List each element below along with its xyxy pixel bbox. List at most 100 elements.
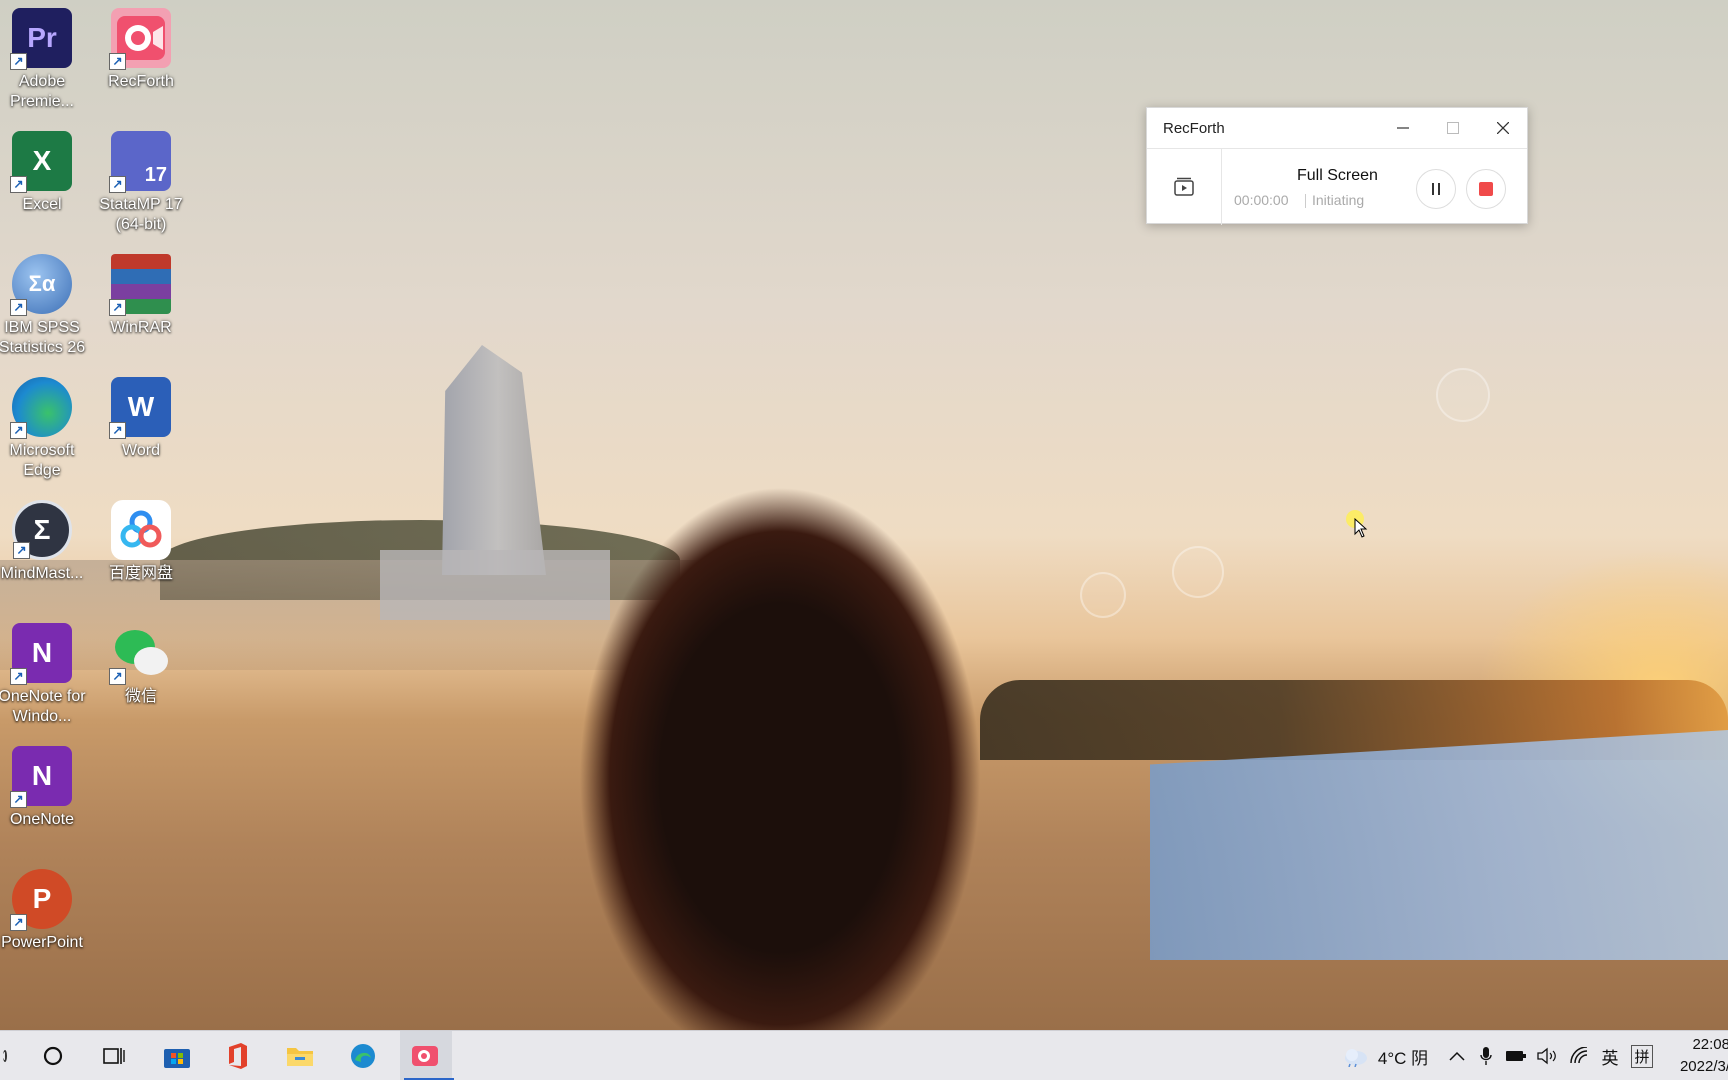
clock-date: 2022/3/ <box>1679 1058 1728 1075</box>
recordings-folder-icon <box>1174 177 1194 196</box>
desktop-icon-wechat[interactable]: ↗ 微信 <box>93 623 189 707</box>
weather-widget[interactable]: 4°C 阴 <box>1330 1031 1440 1080</box>
stata-icon: 17 ↗ <box>109 131 171 193</box>
minimize-icon <box>1397 127 1409 129</box>
battery-tray-button[interactable] <box>1502 1031 1530 1080</box>
desktop-icon-adobe-premiere[interactable]: Pr ↗ Adobe Premie... <box>0 8 90 112</box>
desktop-icon-mindmaster[interactable]: Σ ↗ MindMast... <box>0 500 90 584</box>
shortcut-arrow-icon: ↗ <box>109 176 126 193</box>
clock-time: 22:08 <box>1692 1036 1728 1053</box>
desktop-icon-label: StataMP 17 (64-bit) <box>99 196 183 233</box>
winrar-icon: ↗ <box>109 254 171 316</box>
desktop-icon-label: Adobe Premie... <box>9 73 74 110</box>
taskbar-file-explorer[interactable] <box>275 1031 325 1080</box>
mindmaster-icon: Σ ↗ <box>12 500 72 560</box>
desktop-icon-winrar[interactable]: ↗ WinRAR <box>93 254 189 338</box>
desktop-icon-word[interactable]: W ↗ Word <box>93 377 189 461</box>
recordings-list-button[interactable] <box>1147 149 1222 225</box>
close-icon <box>1497 122 1509 134</box>
onenote-icon: N ↗ <box>10 746 72 808</box>
taskbar-edge[interactable] <box>338 1031 388 1080</box>
task-view-icon <box>103 1048 125 1064</box>
cloudy-weather-icon <box>1344 1049 1367 1067</box>
wallpaper-person <box>560 478 1000 1038</box>
cortana-button[interactable] <box>28 1031 78 1080</box>
wifi-icon <box>1570 1047 1588 1064</box>
recording-status-text: Initiating <box>1312 192 1365 208</box>
desktop-icon-label: OneNote <box>9 811 75 828</box>
baidu-netdisk-icon <box>111 500 171 560</box>
desktop-icon-label: PowerPoint <box>1 934 83 951</box>
task-view-button[interactable] <box>89 1031 139 1080</box>
shortcut-arrow-icon: ↗ <box>109 53 126 70</box>
desktop-icon-label: Word <box>122 442 160 459</box>
spss-icon: Σα ↗ <box>10 254 72 316</box>
shortcut-arrow-icon: ↗ <box>109 422 126 439</box>
cortana-circle-icon <box>43 1046 63 1066</box>
shortcut-arrow-icon: ↗ <box>10 791 27 808</box>
pause-icon <box>1432 183 1440 195</box>
desktop-icon-label: 微信 <box>124 688 157 705</box>
desktop-icon-onenote-for-windows[interactable]: N ↗ OneNote for Windo... <box>0 623 90 727</box>
mouse-cursor-icon <box>1354 518 1368 538</box>
capture-mode-label: Full Screen <box>1297 167 1378 184</box>
desktop-icon-stata[interactable]: 17 ↗ StataMP 17 (64-bit) <box>93 131 189 235</box>
taskbar-recforth[interactable] <box>400 1031 454 1080</box>
onenote-icon: N ↗ <box>10 623 72 685</box>
wallpaper-bubble <box>1080 572 1126 618</box>
wallpaper-bubble <box>1436 368 1490 422</box>
weather-text: 4°C 阴 <box>1377 1048 1429 1068</box>
excel-icon: X ↗ <box>10 131 72 193</box>
desktop-icon-baidu-netdisk[interactable]: 百度网盘 <box>93 500 189 584</box>
status-divider <box>1305 194 1306 208</box>
microphone-icon <box>1480 1047 1492 1065</box>
close-button[interactable] <box>1479 108 1527 148</box>
wechat-icon: ↗ <box>109 623 171 685</box>
edge-icon: ↗ <box>10 377 72 439</box>
shortcut-arrow-icon: ↗ <box>10 176 27 193</box>
battery-icon <box>1506 1051 1526 1061</box>
speaker-icon <box>1537 1047 1556 1065</box>
recforth-icon <box>412 1046 438 1066</box>
desktop-icon-label: IBM SPSS Statistics 26 <box>0 319 86 356</box>
desktop-icon-edge[interactable]: ↗ Microsoft Edge <box>0 377 90 481</box>
desktop-icon-spss[interactable]: Σα ↗ IBM SPSS Statistics 26 <box>0 254 90 358</box>
taskbar-clock[interactable]: 22:08 2022/3/ <box>1672 1034 1728 1078</box>
start-button-edge[interactable] <box>0 1031 10 1080</box>
desktop-icon-excel[interactable]: X ↗ Excel <box>0 131 90 215</box>
recording-timer: 00:00:00 <box>1234 192 1289 208</box>
network-tray-button[interactable] <box>1566 1031 1594 1080</box>
stop-button[interactable] <box>1466 169 1506 209</box>
wallpaper-blue-building <box>1150 730 1728 960</box>
microphone-tray-button[interactable] <box>1474 1031 1498 1080</box>
show-hidden-icons-button[interactable] <box>1444 1031 1470 1080</box>
recforth-titlebar[interactable]: RecForth <box>1147 108 1527 148</box>
desktop-icon-powerpoint[interactable]: P ↗ PowerPoint <box>0 869 90 953</box>
maximize-icon <box>1447 122 1459 134</box>
minimize-button[interactable] <box>1379 108 1427 148</box>
desktop-icon-label: OneNote for Windo... <box>0 688 86 725</box>
taskbar-microsoft-store[interactable] <box>152 1031 202 1080</box>
baidu-cloud-logo-icon <box>120 510 162 548</box>
stop-icon <box>1479 182 1493 196</box>
desktop-icon-label: 百度网盘 <box>108 565 173 582</box>
chevron-up-icon <box>1449 1051 1465 1061</box>
volume-tray-button[interactable] <box>1534 1031 1562 1080</box>
ime-mode-indicator: 拼 <box>1631 1044 1653 1068</box>
taskbar-office[interactable] <box>213 1031 263 1080</box>
desktop-icon-recforth[interactable]: ↗ RecForth <box>93 8 189 92</box>
pause-button[interactable] <box>1416 169 1456 209</box>
ime-language-indicator: 英 <box>1601 1048 1619 1068</box>
wallpaper-buildings <box>380 550 610 620</box>
word-icon: W ↗ <box>109 377 171 439</box>
input-mode-button[interactable]: 拼 <box>1628 1031 1656 1080</box>
shortcut-arrow-icon: ↗ <box>10 668 27 685</box>
shortcut-arrow-icon: ↗ <box>109 299 126 316</box>
shortcut-arrow-icon: ↗ <box>13 542 30 559</box>
input-language-button[interactable]: 英 <box>1596 1031 1624 1080</box>
maximize-button[interactable] <box>1429 108 1477 148</box>
folder-icon <box>287 1048 313 1066</box>
shortcut-arrow-icon: ↗ <box>10 422 27 439</box>
desktop-icon-onenote[interactable]: N ↗ OneNote <box>0 746 90 830</box>
shortcut-arrow-icon: ↗ <box>10 53 27 70</box>
